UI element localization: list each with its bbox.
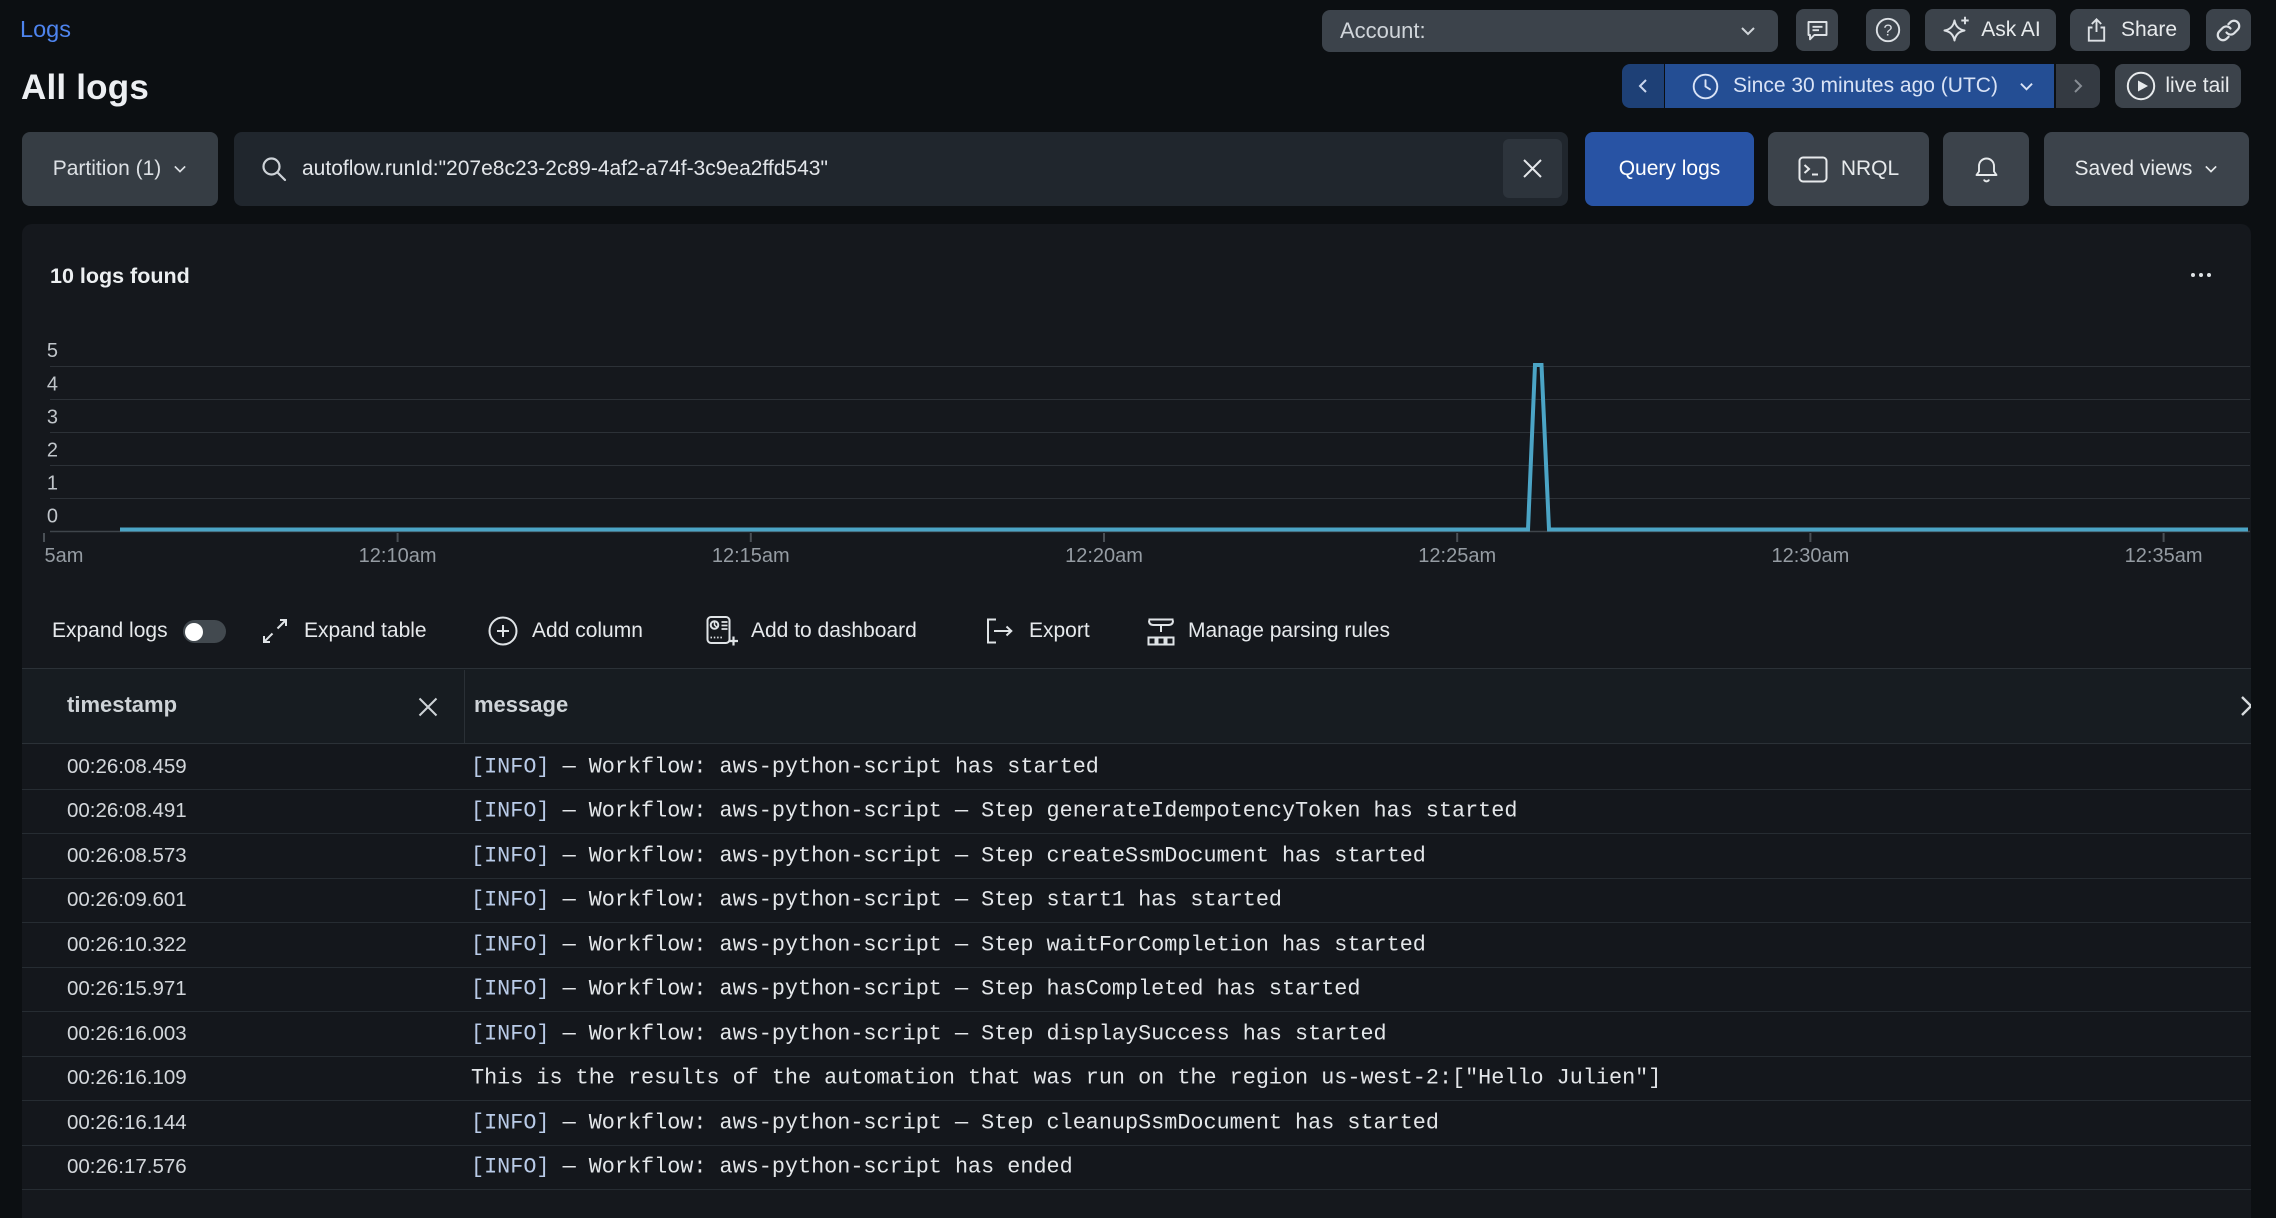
svg-text:0: 0 bbox=[47, 506, 58, 528]
svg-text:12:35am: 12:35am bbox=[2125, 545, 2203, 567]
svg-text:?: ? bbox=[1884, 23, 1893, 40]
svg-text:12:10am: 12:10am bbox=[359, 545, 437, 567]
svg-text:1: 1 bbox=[47, 473, 58, 495]
svg-text:3: 3 bbox=[47, 407, 58, 429]
svg-text:5am: 5am bbox=[45, 545, 84, 567]
svg-text:12:20am: 12:20am bbox=[1065, 545, 1143, 567]
svg-text:4: 4 bbox=[47, 374, 58, 396]
svg-text:2: 2 bbox=[47, 440, 58, 462]
svg-text:12:30am: 12:30am bbox=[1771, 545, 1849, 567]
svg-text:12:25am: 12:25am bbox=[1418, 545, 1496, 567]
svg-text:12:15am: 12:15am bbox=[712, 545, 790, 567]
svg-text:5: 5 bbox=[47, 340, 58, 362]
